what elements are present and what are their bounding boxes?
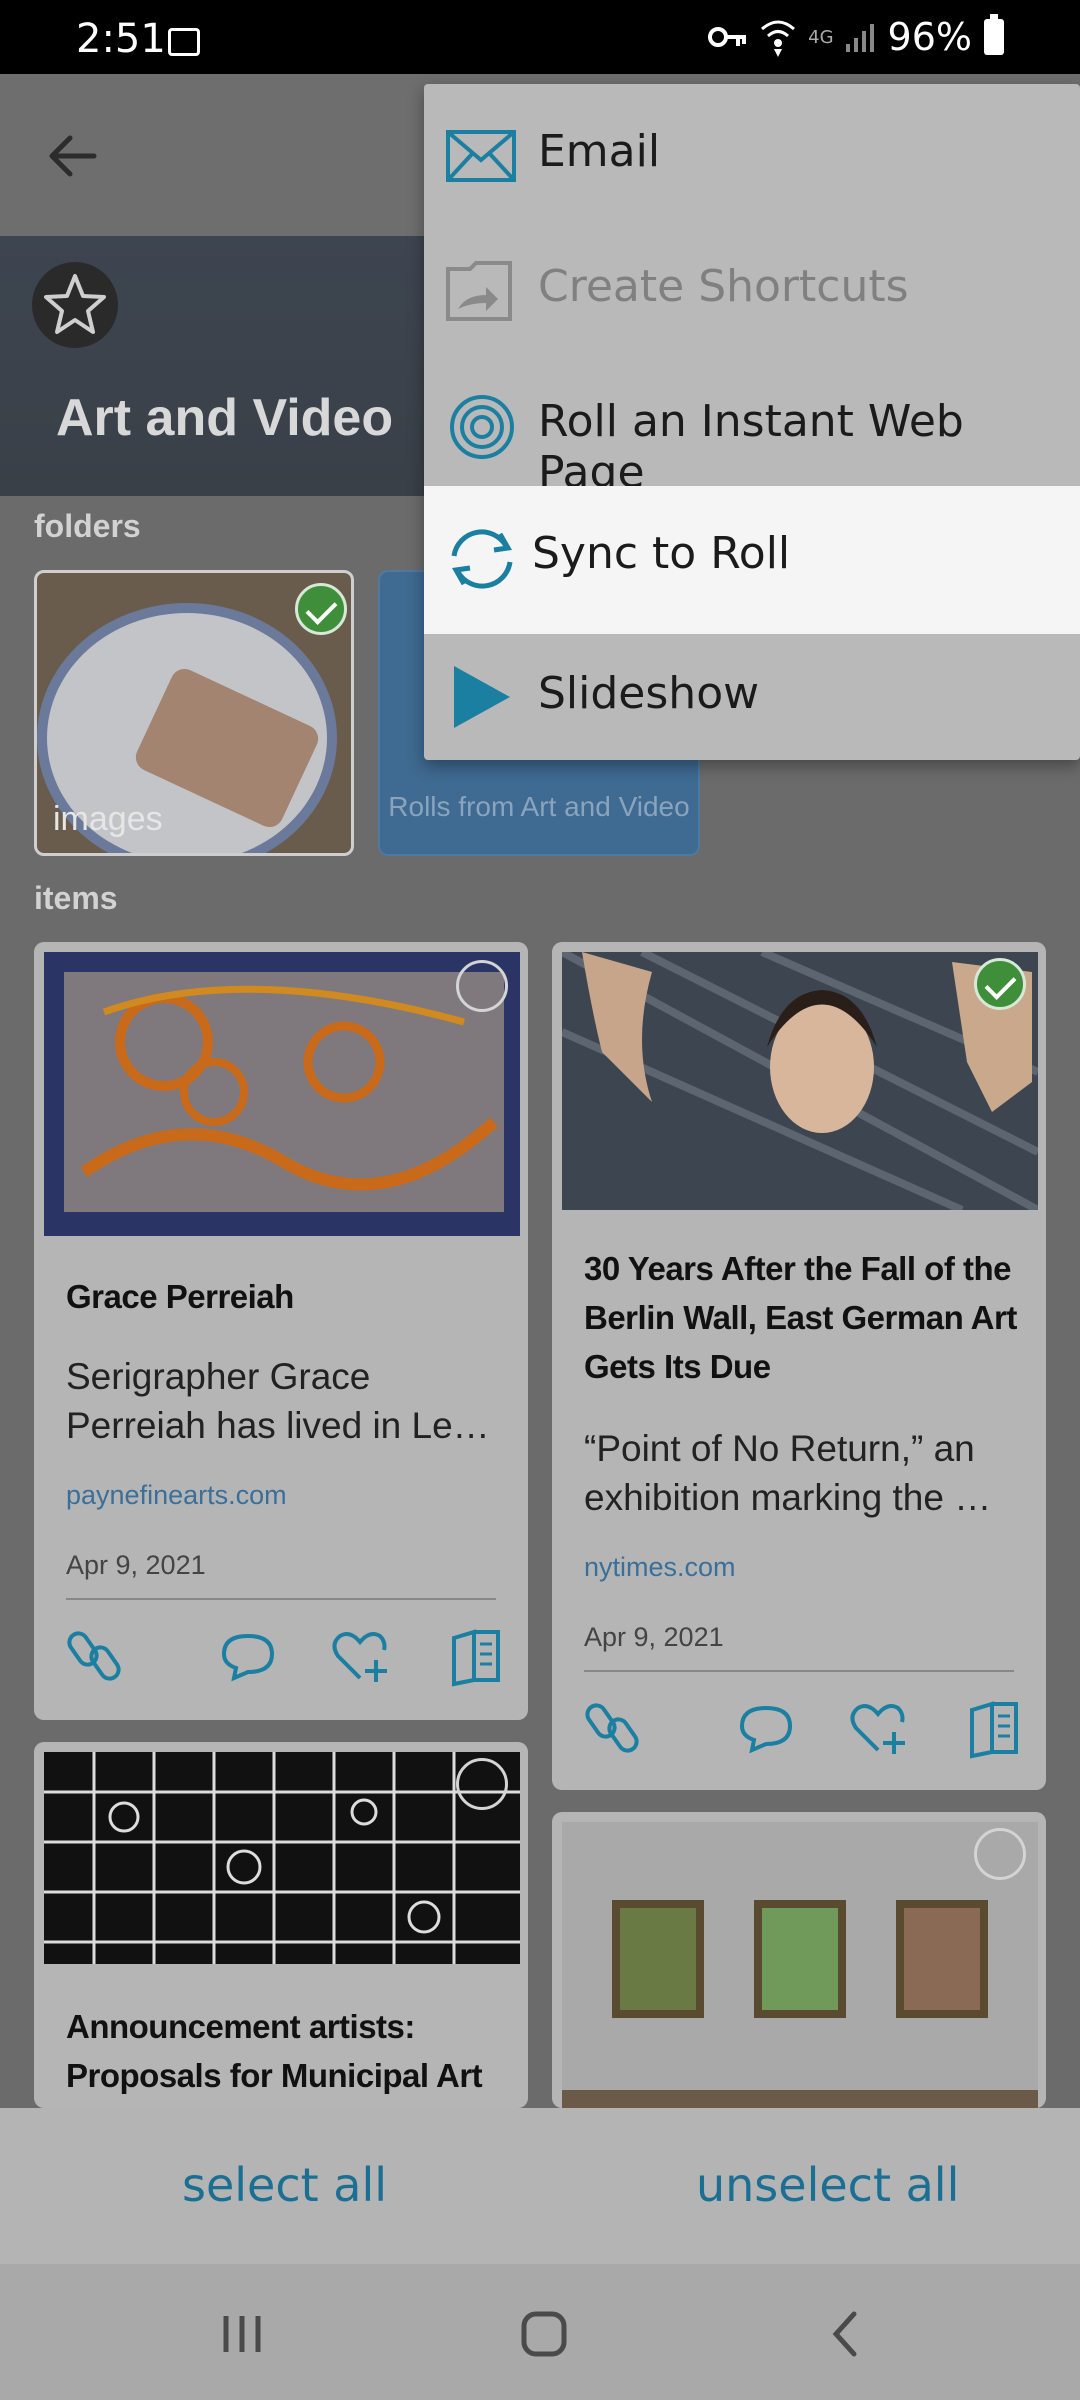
system-nav-bar	[0, 2264, 1080, 2400]
card-source-link[interactable]: nytimes.com	[584, 1552, 736, 1583]
envelope-icon	[446, 130, 516, 182]
folder-shortcut-icon	[446, 261, 512, 321]
card-source-link[interactable]: paynefinearts.com	[66, 1480, 287, 1511]
heart-add-icon[interactable]	[846, 1696, 910, 1760]
folder-label: Rolls from Art and Video	[388, 791, 690, 822]
menu-item-label: Slideshow	[538, 668, 760, 719]
card-date: Apr 9, 2021	[584, 1622, 724, 1652]
card-description: Serigrapher Grace Perreiah has lived in …	[66, 1356, 490, 1446]
select-all-button[interactable]: select all	[182, 2158, 387, 2212]
home-icon[interactable]	[504, 2294, 584, 2374]
card-divider	[66, 1598, 496, 1600]
menu-item-roll-instant-web-page[interactable]: Roll an Instant Web Page	[424, 354, 1080, 498]
card-actions	[66, 1624, 504, 1694]
reader-book-icon[interactable]	[444, 1624, 508, 1688]
overflow-menu: Email Create Shortcuts Roll an Instant W…	[424, 84, 1080, 760]
item-thumbnail	[44, 1752, 520, 1964]
menu-item-sync-to-roll[interactable]: Sync to Roll	[424, 486, 1080, 634]
play-icon	[454, 666, 510, 728]
selected-check-icon[interactable]	[295, 583, 347, 635]
item-thumbnail	[44, 952, 520, 1236]
wifi-icon	[761, 20, 796, 57]
spiral-icon	[450, 395, 514, 459]
menu-item-slideshow[interactable]: Slideshow	[424, 634, 1080, 760]
star-icon	[44, 274, 106, 334]
menu-item-label: Email	[538, 126, 661, 177]
folder-label: images	[53, 800, 163, 838]
status-bar: 2:51 4G 96%	[0, 0, 1080, 74]
item-card[interactable]: 30 Years After the Fall of the Berlin Wa…	[552, 942, 1046, 1790]
status-time: 2:51	[76, 16, 166, 62]
card-title: Announcement artists: Proposals for Muni…	[66, 2008, 483, 2094]
reader-book-icon[interactable]	[962, 1696, 1026, 1760]
page-title: Art and Video	[56, 389, 394, 447]
item-thumbnail	[562, 1822, 1038, 2108]
card-title: 30 Years After the Fall of the Berlin Wa…	[584, 1250, 1017, 1385]
card-description: “Point of No Return,” an exhibition mark…	[584, 1428, 992, 1518]
card-actions	[584, 1696, 1022, 1766]
menu-item-label: Roll an Instant Web Page	[538, 396, 964, 498]
folder-card-images[interactable]: images	[34, 570, 354, 856]
card-title: Grace Perreiah	[66, 1278, 294, 1315]
nav-back-icon[interactable]	[806, 2294, 886, 2374]
select-circle[interactable]	[456, 1758, 508, 1810]
select-circle[interactable]	[456, 960, 508, 1012]
battery-icon	[984, 14, 1004, 55]
heart-add-icon[interactable]	[328, 1624, 392, 1688]
battery-percent: 96%	[887, 15, 972, 59]
comment-icon[interactable]	[734, 1696, 798, 1760]
vpn-key-icon	[708, 27, 747, 47]
menu-item-label: Sync to Roll	[532, 528, 791, 579]
folders-section-label: folders	[34, 508, 141, 544]
menu-item-create-shortcuts[interactable]: Create Shortcuts	[424, 219, 1080, 359]
network-type: 4G	[808, 26, 834, 48]
selected-check-icon[interactable]	[974, 958, 1026, 1010]
sync-icon	[451, 529, 513, 589]
link-icon[interactable]	[584, 1696, 648, 1760]
back-arrow-icon[interactable]	[36, 118, 112, 194]
card-date: Apr 9, 2021	[66, 1550, 206, 1580]
gallery-notification-icon	[168, 28, 200, 56]
favorite-button[interactable]	[32, 262, 118, 348]
status-icons: 4G 96%	[708, 14, 1004, 60]
recent-apps-icon[interactable]	[202, 2294, 282, 2374]
menu-item-email[interactable]: Email	[424, 84, 1080, 224]
card-divider	[584, 1670, 1014, 1672]
signal-icon	[845, 24, 874, 52]
item-thumbnail	[562, 952, 1038, 1210]
item-card[interactable]	[552, 1812, 1046, 2108]
item-card[interactable]: Announcement artists: Proposals for Muni…	[34, 1742, 528, 2108]
select-circle[interactable]	[974, 1828, 1026, 1880]
items-section-label: items	[34, 880, 118, 916]
item-card[interactable]: Grace Perreiah Serigrapher Grace Perreia…	[34, 942, 528, 1720]
unselect-all-button[interactable]: unselect all	[696, 2158, 959, 2212]
menu-item-label: Create Shortcuts	[538, 261, 909, 312]
selection-bar: select all unselect all	[0, 2108, 1080, 2264]
comment-icon[interactable]	[216, 1624, 280, 1688]
link-icon[interactable]	[66, 1624, 130, 1688]
